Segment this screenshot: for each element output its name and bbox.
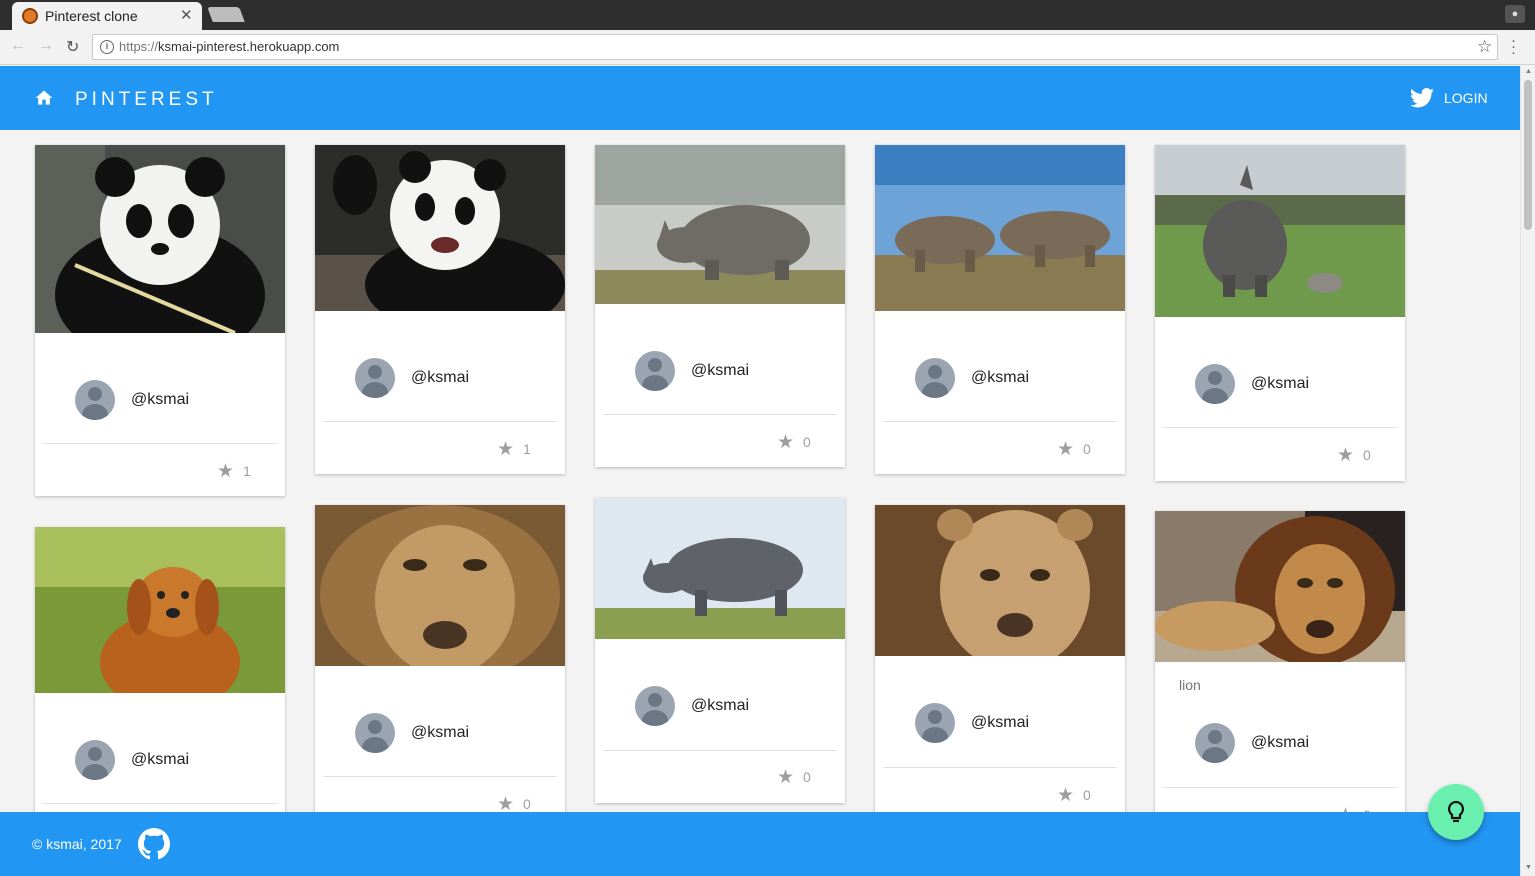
star-icon[interactable]: ★ xyxy=(497,438,514,461)
divider xyxy=(323,421,557,422)
scroll-down-icon[interactable]: ▼ xyxy=(1525,864,1532,871)
home-icon[interactable] xyxy=(34,88,54,108)
forward-icon[interactable]: → xyxy=(38,37,54,55)
star-icon[interactable]: ★ xyxy=(1057,784,1074,807)
dog-image[interactable] xyxy=(35,527,285,693)
star-count: 1 xyxy=(523,441,531,457)
user-handle[interactable]: @ksmai xyxy=(691,697,749,715)
user-handle[interactable]: @ksmai xyxy=(691,362,749,380)
profile-icon[interactable]: ● xyxy=(1505,5,1525,23)
star-icon[interactable]: ★ xyxy=(217,460,234,483)
pin-card[interactable]: @ksmai ★ 0 xyxy=(595,145,845,467)
new-tab-button[interactable] xyxy=(207,7,245,22)
divider xyxy=(603,750,837,751)
avatar[interactable] xyxy=(75,380,115,420)
pin-card[interactable]: lion @ksmai ★ 0 xyxy=(1155,511,1405,812)
rhino-image[interactable] xyxy=(595,145,845,304)
avatar[interactable] xyxy=(635,351,675,391)
browser-tab-bar: Pinterest clone ✕ ● xyxy=(0,0,1535,30)
info-icon[interactable]: i xyxy=(100,40,114,54)
favicon-icon xyxy=(22,8,38,24)
star-icon[interactable]: ★ xyxy=(497,793,514,812)
pin-caption: lion xyxy=(1179,677,1201,693)
divider xyxy=(883,421,1117,422)
twitter-icon[interactable] xyxy=(1410,88,1434,108)
user-handle[interactable]: @ksmai xyxy=(411,369,469,387)
user-handle[interactable]: @ksmai xyxy=(1251,734,1309,752)
avatar[interactable] xyxy=(355,358,395,398)
lightbulb-fab[interactable] xyxy=(1428,784,1484,840)
bookmark-star-icon[interactable]: ☆ xyxy=(1477,37,1492,57)
avatar[interactable] xyxy=(1195,364,1235,404)
copyright-text: © ksmai, 2017 xyxy=(32,836,122,852)
star-icon[interactable]: ★ xyxy=(777,766,794,789)
divider xyxy=(323,776,557,777)
avatar[interactable] xyxy=(915,358,955,398)
pin-grid: @ksmai ★ 1 @ksmai ★ 1 @ksmai ★ 0 @ksmai … xyxy=(0,130,1520,812)
app-header: PINTEREST LOGIN xyxy=(0,66,1520,130)
star-icon[interactable]: ★ xyxy=(1337,804,1354,812)
star-count: 0 xyxy=(523,796,531,812)
pin-card[interactable]: @ksmai ★ 0 xyxy=(1155,145,1405,481)
star-count: 0 xyxy=(1083,441,1091,457)
pin-card[interactable]: @ksmai ★ 0 xyxy=(595,498,845,803)
divider xyxy=(1163,787,1397,788)
url-text[interactable]: https://ksmai-pinterest.herokuapp.com xyxy=(119,39,339,54)
star-count: 0 xyxy=(803,769,811,785)
star-icon[interactable]: ★ xyxy=(1057,438,1074,461)
tab-close-icon[interactable]: ✕ xyxy=(180,6,193,24)
lion-image[interactable] xyxy=(1155,511,1405,662)
star-count: 0 xyxy=(803,434,811,450)
rhino-image[interactable] xyxy=(595,498,845,639)
app-footer: © ksmai, 2017 xyxy=(0,812,1520,876)
browser-tab[interactable]: Pinterest clone ✕ xyxy=(12,2,202,30)
back-icon[interactable]: ← xyxy=(10,37,26,55)
user-handle[interactable]: @ksmai xyxy=(131,751,189,769)
divider xyxy=(43,803,277,804)
panda-image[interactable] xyxy=(35,145,285,333)
github-icon[interactable] xyxy=(138,828,170,860)
star-count: 1 xyxy=(243,463,251,479)
divider xyxy=(1163,427,1397,428)
avatar[interactable] xyxy=(635,686,675,726)
user-handle[interactable]: @ksmai xyxy=(1251,375,1309,393)
scroll-thumb[interactable] xyxy=(1524,80,1532,230)
user-handle[interactable]: @ksmai xyxy=(131,391,189,409)
scroll-up-icon[interactable]: ▲ xyxy=(1525,68,1532,75)
star-count: 0 xyxy=(1363,447,1371,463)
avatar[interactable] xyxy=(355,713,395,753)
browser-menu-icon[interactable]: · · · xyxy=(1511,33,1516,60)
pin-card[interactable]: @ksmai ★ 1 xyxy=(315,145,565,474)
panda-image[interactable] xyxy=(315,145,565,311)
lightbulb-icon xyxy=(1447,800,1465,823)
browser-toolbar: ← → ↻ i https://ksmai-pinterest.herokuap… xyxy=(0,30,1535,65)
address-bar[interactable]: i https://ksmai-pinterest.herokuapp.com … xyxy=(92,34,1498,60)
login-button[interactable]: LOGIN xyxy=(1444,90,1488,106)
pin-card[interactable]: @ksmai ★ 1 xyxy=(35,145,285,496)
reload-icon[interactable]: ↻ xyxy=(66,37,79,57)
pin-card[interactable]: @ksmai ★ 0 xyxy=(315,505,565,812)
star-icon[interactable]: ★ xyxy=(1337,444,1354,467)
avatar[interactable] xyxy=(75,740,115,780)
pin-card[interactable]: @ksmai ★ 0 xyxy=(875,145,1125,474)
star-count: 0 xyxy=(1083,787,1091,803)
pin-card[interactable]: @ksmai ★ 0 xyxy=(875,505,1125,812)
divider xyxy=(43,443,277,444)
rhinos-image[interactable] xyxy=(875,145,1125,311)
lion-image[interactable] xyxy=(315,505,565,666)
page-scrollbar[interactable]: ▲ ▼ xyxy=(1520,66,1535,876)
rhino-image[interactable] xyxy=(1155,145,1405,317)
divider xyxy=(883,767,1117,768)
user-handle[interactable]: @ksmai xyxy=(971,714,1029,732)
pin-card[interactable]: @ksmai xyxy=(35,527,285,812)
divider xyxy=(603,414,837,415)
user-handle[interactable]: @ksmai xyxy=(411,724,469,742)
star-icon[interactable]: ★ xyxy=(777,431,794,454)
user-handle[interactable]: @ksmai xyxy=(971,369,1029,387)
tab-title: Pinterest clone xyxy=(45,8,138,24)
brand-title[interactable]: PINTEREST xyxy=(75,89,218,111)
avatar[interactable] xyxy=(915,703,955,743)
lioness-image[interactable] xyxy=(875,505,1125,656)
avatar[interactable] xyxy=(1195,723,1235,763)
